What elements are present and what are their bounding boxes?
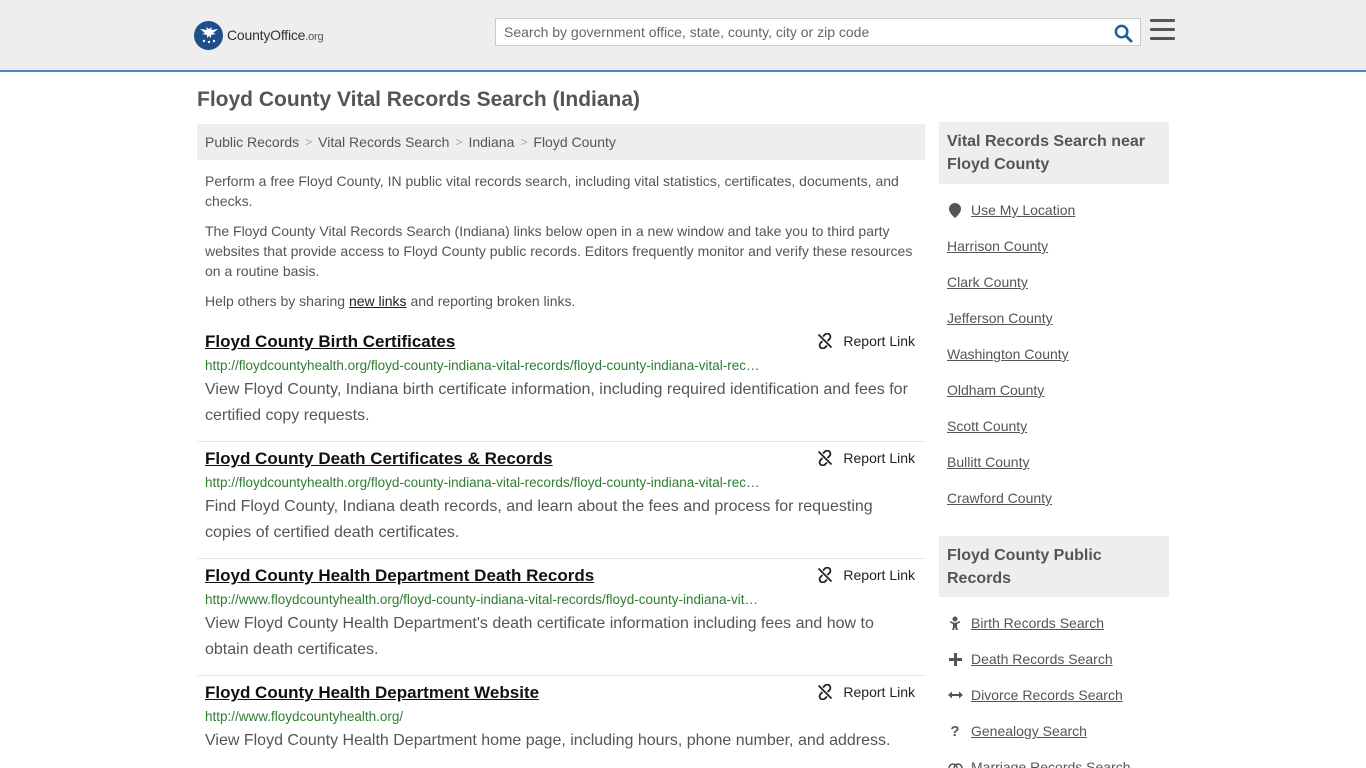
report-link-label: Report Link bbox=[843, 450, 915, 466]
result-title-link[interactable]: Floyd County Birth Certificates bbox=[205, 331, 917, 353]
nearby-county-item: Oldham County bbox=[947, 372, 1169, 408]
report-link-label: Report Link bbox=[843, 684, 915, 700]
map-pin-icon bbox=[947, 202, 963, 218]
genealogy-search-link[interactable]: Genealogy Search bbox=[971, 723, 1087, 739]
divorce-records-link[interactable]: Divorce Records Search bbox=[971, 687, 1123, 703]
nearby-list: Use My Location Harrison County Clark Co… bbox=[947, 192, 1169, 516]
nearby-heading: Vital Records Search near Floyd County bbox=[939, 122, 1169, 184]
breadcrumb-vital-records[interactable]: Vital Records Search bbox=[318, 134, 449, 150]
use-my-location-item: Use My Location bbox=[947, 192, 1169, 228]
result-url[interactable]: http://www.floydcountyhealth.org/ bbox=[205, 708, 785, 726]
result-title-link[interactable]: Floyd County Death Certificates & Record… bbox=[205, 448, 917, 470]
result-url[interactable]: http://floydcountyhealth.org/floyd-count… bbox=[205, 474, 785, 492]
intro-share-paragraph: Help others by sharing new links and rep… bbox=[205, 293, 576, 309]
hamburger-menu-icon[interactable] bbox=[1150, 19, 1176, 43]
breadcrumb-separator: > bbox=[455, 135, 463, 149]
broken-link-icon bbox=[818, 450, 833, 466]
result-url[interactable]: http://floydcountyhealth.org/floyd-count… bbox=[205, 357, 785, 375]
nearby-county-item: Harrison County bbox=[947, 228, 1169, 264]
report-link-button[interactable]: Report Link bbox=[817, 684, 915, 700]
birth-records-link[interactable]: Birth Records Search bbox=[971, 615, 1104, 631]
result-description: View Floyd County Health Department's de… bbox=[205, 615, 874, 658]
public-records-heading: Floyd County Public Records bbox=[939, 536, 1169, 597]
breadcrumb-floyd-county[interactable]: Floyd County bbox=[533, 134, 615, 150]
result-item: Floyd County Death Certificates & Record… bbox=[197, 442, 925, 559]
result-url[interactable]: http://www.floydcountyhealth.org/floyd-c… bbox=[205, 591, 785, 609]
report-link-label: Report Link bbox=[843, 567, 915, 583]
result-description: Find Floyd County, Indiana death records… bbox=[205, 498, 873, 541]
nearby-county-link[interactable]: Crawford County bbox=[947, 490, 1052, 506]
search-icon bbox=[1114, 24, 1133, 43]
result-item: Floyd County Health Department Website h… bbox=[197, 676, 925, 768]
result-item: Floyd County Birth Certificates http://f… bbox=[197, 325, 925, 442]
site-logo[interactable]: CountyOffice.org bbox=[194, 20, 324, 50]
intro-paragraph: The Floyd County Vital Records Search (I… bbox=[205, 223, 913, 279]
nearby-county-item: Jefferson County bbox=[947, 300, 1169, 336]
nearby-county-item: Washington County bbox=[947, 336, 1169, 372]
public-records-list: Birth Records Search Death Records Searc… bbox=[947, 605, 1169, 768]
site-header: CountyOffice.org bbox=[0, 0, 1366, 72]
arrows-apart-icon bbox=[947, 690, 963, 700]
report-link-button[interactable]: Report Link bbox=[817, 567, 915, 583]
eagle-logo-icon bbox=[194, 20, 223, 50]
search-button[interactable] bbox=[1112, 22, 1134, 44]
broken-link-icon bbox=[818, 567, 833, 583]
result-item: Floyd County Health Department Death Rec… bbox=[197, 559, 925, 676]
search-bar bbox=[495, 18, 1141, 46]
public-record-item: Marriage Records Search bbox=[947, 749, 1169, 768]
result-title-link[interactable]: Floyd County Health Department Website bbox=[205, 682, 917, 704]
breadcrumb-separator: > bbox=[520, 135, 528, 149]
nearby-county-link[interactable]: Washington County bbox=[947, 346, 1069, 362]
public-record-item: Divorce Records Search bbox=[947, 677, 1169, 713]
nearby-county-item: Scott County bbox=[947, 408, 1169, 444]
intro-paragraph: Perform a free Floyd County, IN public v… bbox=[205, 173, 899, 209]
page-title: Floyd County Vital Records Search (India… bbox=[197, 88, 641, 111]
cross-icon bbox=[947, 652, 963, 666]
breadcrumb-indiana[interactable]: Indiana bbox=[468, 134, 514, 150]
nearby-county-link[interactable]: Bullitt County bbox=[947, 454, 1029, 470]
logo-text: CountyOffice.org bbox=[227, 27, 324, 43]
rings-icon bbox=[947, 761, 963, 768]
question-icon: ? bbox=[950, 722, 960, 740]
report-link-button[interactable]: Report Link bbox=[817, 450, 915, 466]
result-description: View Floyd County, Indiana birth certifi… bbox=[205, 381, 908, 424]
results-list: Floyd County Birth Certificates http://f… bbox=[197, 325, 925, 768]
public-record-item: Birth Records Search bbox=[947, 605, 1169, 641]
baby-icon bbox=[947, 616, 963, 631]
marriage-records-link[interactable]: Marriage Records Search bbox=[971, 759, 1131, 768]
breadcrumb: Public Records > Vital Records Search > … bbox=[197, 124, 925, 160]
new-links-link[interactable]: new links bbox=[349, 293, 407, 309]
death-records-link[interactable]: Death Records Search bbox=[971, 651, 1113, 667]
report-link-button[interactable]: Report Link bbox=[817, 333, 915, 349]
nearby-county-link[interactable]: Harrison County bbox=[947, 238, 1048, 254]
nearby-county-item: Crawford County bbox=[947, 480, 1169, 516]
nearby-county-link[interactable]: Clark County bbox=[947, 274, 1028, 290]
broken-link-icon bbox=[818, 333, 833, 349]
report-link-label: Report Link bbox=[843, 333, 915, 349]
search-input[interactable] bbox=[496, 19, 1096, 45]
breadcrumb-separator: > bbox=[305, 135, 313, 149]
nearby-county-link[interactable]: Oldham County bbox=[947, 382, 1044, 398]
public-record-item: ? Genealogy Search bbox=[947, 713, 1169, 749]
intro-text: Perform a free Floyd County, IN public v… bbox=[205, 171, 920, 321]
broken-link-icon bbox=[818, 684, 833, 700]
result-title-link[interactable]: Floyd County Health Department Death Rec… bbox=[205, 565, 917, 587]
nearby-county-link[interactable]: Scott County bbox=[947, 418, 1027, 434]
nearby-county-item: Clark County bbox=[947, 264, 1169, 300]
use-my-location-link[interactable]: Use My Location bbox=[971, 202, 1075, 218]
nearby-county-item: Bullitt County bbox=[947, 444, 1169, 480]
public-record-item: Death Records Search bbox=[947, 641, 1169, 677]
result-description: View Floyd County Health Department home… bbox=[205, 732, 891, 749]
nearby-county-link[interactable]: Jefferson County bbox=[947, 310, 1053, 326]
breadcrumb-public-records[interactable]: Public Records bbox=[205, 134, 299, 150]
